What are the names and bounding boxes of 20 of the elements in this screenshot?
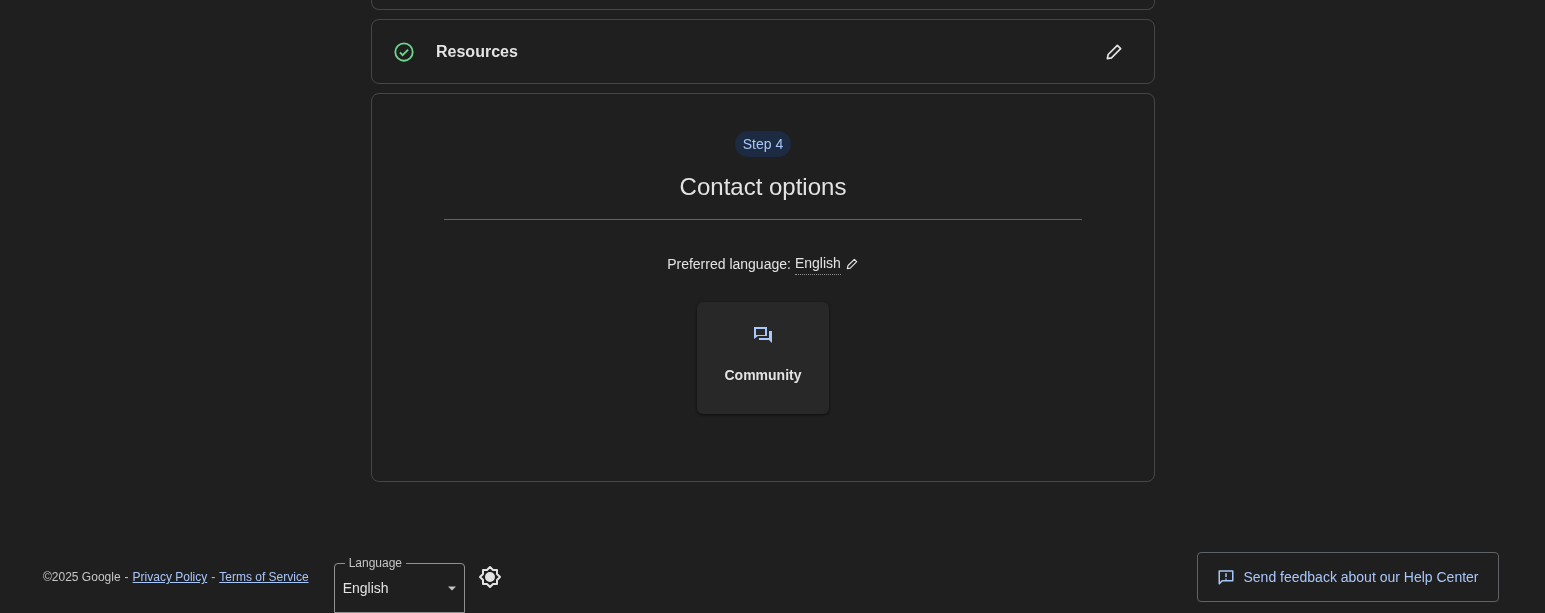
language-select[interactable]: Language English [333,556,465,613]
pencil-icon[interactable] [844,257,859,271]
separator-text: - [124,569,129,586]
feedback-button[interactable]: Send feedback about our Help Center [1197,552,1499,602]
dropdown-caret-icon [447,585,456,591]
copyright-text: ©2025 Google [43,569,121,586]
brightness-icon [477,565,502,589]
step-badge: Step 4 [734,131,792,157]
language-label: Preferred language: [667,254,791,274]
feedback-icon [1217,568,1236,586]
terms-link[interactable]: Terms of Service [219,568,309,586]
section-title: Contact options [679,172,847,202]
language-select-label: Language [347,556,403,570]
contact-option-card[interactable]: Community [697,302,829,414]
theme-button[interactable] [477,565,502,589]
language-value: English [342,578,389,598]
language-link[interactable]: English [794,253,841,275]
step-title: Resources [436,41,518,62]
separator-text: - [211,569,216,586]
privacy-link[interactable]: Privacy Policy [132,568,208,586]
